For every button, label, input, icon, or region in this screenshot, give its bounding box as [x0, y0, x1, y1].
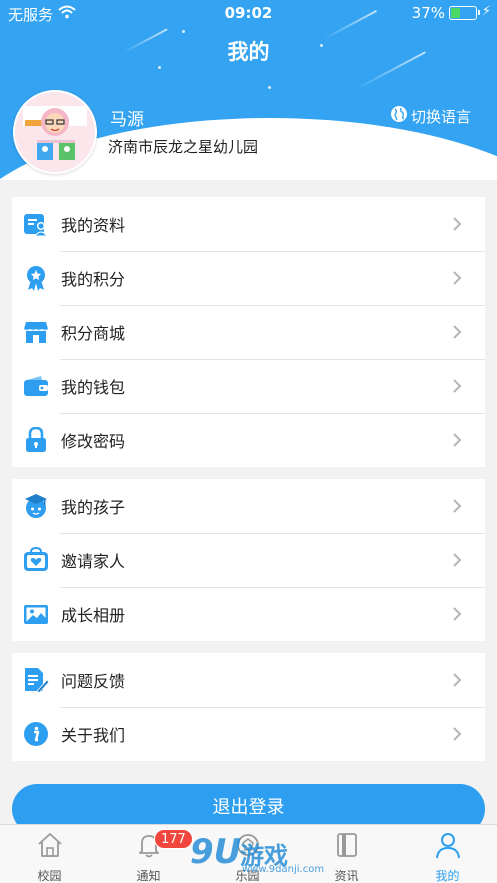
school-name: 济南市辰龙之星幼儿园 [108, 138, 259, 156]
tab-label: 资讯 [334, 869, 359, 883]
heart-box-icon [23, 546, 49, 573]
avatar[interactable] [13, 90, 97, 174]
tab-label: 通知 [136, 869, 161, 883]
chevron-right-icon [451, 321, 463, 343]
chevron-right-icon [451, 495, 463, 517]
menu-item-label: 修改密码 [61, 432, 126, 451]
home-icon [36, 831, 64, 859]
tab-label: 乐园 [235, 869, 260, 883]
tab-campus[interactable]: 校园 [0, 825, 99, 883]
battery-icon [449, 6, 480, 20]
menu-item-about-us[interactable]: 关于我们 [12, 707, 485, 761]
menu-item-my-wallet[interactable]: 我的钱包 [12, 359, 485, 413]
menu-item-label: 我的资料 [61, 216, 126, 235]
tab-bar: 校园 177 通知 乐园 资讯 我的 [0, 824, 497, 883]
family-menu-group: 我的孩子 邀请家人 成长相册 [12, 479, 485, 641]
menu-item-label: 我的孩子 [61, 498, 126, 517]
star-decoration [158, 66, 161, 69]
switch-language-button[interactable]: 切换语言 [390, 105, 471, 127]
page-title: 我的 [227, 40, 270, 64]
tab-label: 我的 [435, 869, 460, 883]
graduate-child-icon [23, 493, 49, 519]
paradise-icon [234, 831, 262, 859]
chevron-right-icon [451, 375, 463, 397]
lightning-icon: ⚡ [481, 4, 491, 19]
medal-icon [23, 265, 49, 291]
person-icon [434, 831, 462, 859]
notification-badge: 177 [154, 829, 193, 849]
battery-percent: 37% [411, 4, 445, 22]
chevron-right-icon [451, 723, 463, 745]
store-icon [23, 319, 49, 345]
support-menu-group: 问题反馈 关于我们 [12, 653, 485, 761]
chevron-right-icon [451, 669, 463, 691]
tab-news[interactable]: 资讯 [297, 825, 396, 883]
account-menu-group: 我的资料 我的积分 积分商城 我的钱包 修改密码 [12, 197, 485, 467]
menu-item-points-store[interactable]: 积分商城 [12, 305, 485, 359]
star-decoration [182, 30, 185, 33]
tab-paradise[interactable]: 乐园 [198, 825, 297, 883]
chevron-right-icon [451, 213, 463, 235]
chevron-right-icon [451, 549, 463, 571]
menu-item-change-password[interactable]: 修改密码 [12, 413, 485, 467]
menu-item-label: 关于我们 [61, 726, 126, 745]
menu-item-feedback[interactable]: 问题反馈 [12, 653, 485, 707]
menu-item-label: 邀请家人 [61, 552, 126, 571]
menu-item-growth-album[interactable]: 成长相册 [12, 587, 485, 641]
photo-album-icon [23, 601, 49, 627]
menu-item-my-children[interactable]: 我的孩子 [12, 479, 485, 533]
status-bar: 无服务 09:02 37% ⚡ [0, 0, 497, 26]
feedback-edit-icon [23, 667, 50, 694]
profile-card-icon [23, 211, 49, 237]
tab-notifications[interactable]: 177 通知 [99, 825, 198, 883]
lock-icon [23, 426, 49, 453]
menu-item-label: 我的钱包 [61, 378, 126, 397]
tab-label: 校园 [37, 869, 62, 883]
switch-language-label: 切换语言 [410, 107, 471, 126]
user-name: 马源 [110, 110, 144, 130]
chevron-right-icon [451, 267, 463, 289]
menu-item-my-points[interactable]: 我的积分 [12, 251, 485, 305]
globe-icon [390, 105, 408, 127]
menu-item-label: 成长相册 [61, 606, 126, 625]
menu-item-label: 积分商城 [61, 324, 126, 343]
star-decoration [268, 86, 271, 89]
chevron-right-icon [451, 429, 463, 451]
tab-mine[interactable]: 我的 [398, 825, 497, 883]
news-book-icon [333, 831, 361, 859]
menu-item-my-profile[interactable]: 我的资料 [12, 197, 485, 251]
wallet-icon [23, 373, 49, 399]
chevron-right-icon [451, 603, 463, 625]
menu-item-label: 我的积分 [61, 270, 126, 289]
menu-item-invite-family[interactable]: 邀请家人 [12, 533, 485, 587]
info-icon [23, 721, 49, 747]
menu-item-label: 问题反馈 [61, 672, 126, 691]
